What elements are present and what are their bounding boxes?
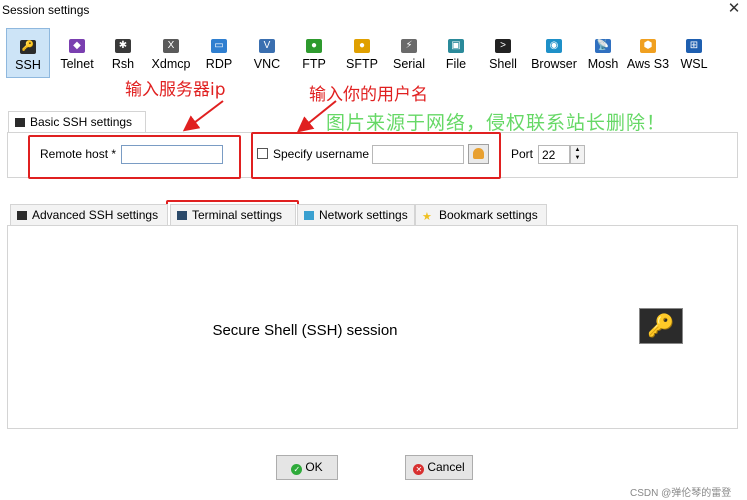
- tab-advanced-ssh-settings[interactable]: Advanced SSH settings: [10, 204, 168, 226]
- tab-terminal-settings[interactable]: Terminal settings: [170, 204, 296, 226]
- tab-network-settings[interactable]: Network settings: [297, 204, 415, 226]
- network-icon: [304, 211, 314, 220]
- check-icon: ✓: [291, 464, 303, 475]
- key-icon: 🔑: [639, 308, 683, 344]
- terminal-icon: [177, 211, 187, 220]
- cancel-x-icon: ✕: [413, 464, 425, 475]
- host-hint-arrow: [182, 100, 224, 132]
- session-caption: Secure Shell (SSH) session: [212, 322, 398, 339]
- cancel-button[interactable]: ✕ Cancel: [405, 455, 473, 480]
- advanced-ssh-icon: [17, 211, 27, 220]
- sub-tab-label: Bookmark settings: [439, 208, 538, 222]
- ok-button[interactable]: ✓ OK: [276, 455, 338, 480]
- session-panel: Secure Shell (SSH) session 🔑: [7, 225, 738, 429]
- sub-tab-label: Advanced SSH settings: [32, 208, 159, 222]
- sub-tab-label: Terminal settings: [192, 208, 283, 222]
- sub-tab-label: Network settings: [319, 208, 408, 222]
- user-hint-arrow: [296, 100, 337, 133]
- tab-bookmark-settings[interactable]: ★ Bookmark settings: [415, 204, 547, 226]
- csdn-credit: CSDN @弹伦琴的雷登: [630, 488, 732, 499]
